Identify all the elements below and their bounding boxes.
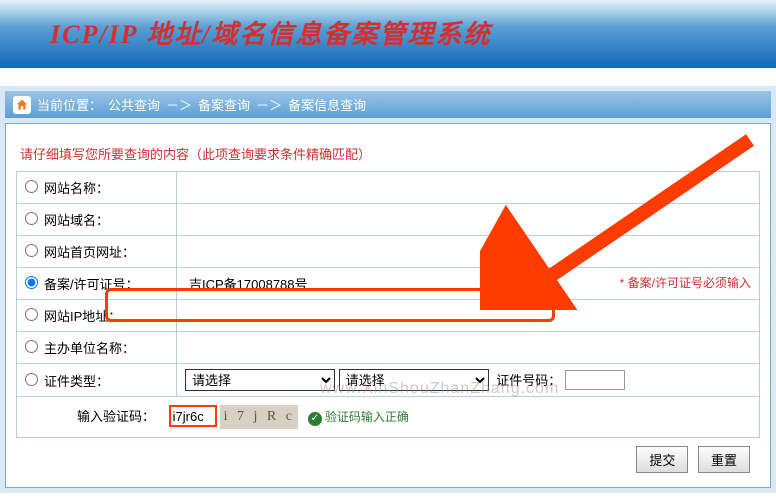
form-table: 网站名称： 网站域名： 网站首页网址： 备案/许可证号： 吉ICP备170087… <box>16 171 760 438</box>
label-sponsor: 主办单位名称： <box>44 341 135 356</box>
breadcrumb-label: 当前位置： <box>37 95 102 114</box>
reset-button[interactable]: 重置 <box>698 446 750 473</box>
system-title: ICP/IP 地址/域名信息备案管理系统 <box>50 14 776 51</box>
breadcrumb-sep1: －＞ <box>166 95 192 114</box>
radio-ip-addr[interactable] <box>25 308 38 321</box>
row-cert-type: 证件类型： 请选择 请选择 证件号码： <box>17 364 760 397</box>
input-captcha[interactable] <box>169 405 217 427</box>
check-icon: ✓ <box>308 412 322 426</box>
breadcrumb-p2[interactable]: 备案查询 <box>198 95 250 114</box>
radio-site-domain[interactable] <box>25 212 38 225</box>
cell-sponsor[interactable] <box>177 332 760 364</box>
submit-button[interactable]: 提交 <box>636 446 688 473</box>
select-cert-type-2[interactable]: 请选择 <box>339 369 489 391</box>
breadcrumb-sep2: －＞ <box>256 95 282 114</box>
row-site-home: 网站首页网址： <box>17 236 760 268</box>
cell-site-name[interactable] <box>177 172 760 204</box>
label-cert-no: 证件号码： <box>496 373 561 388</box>
row-site-domain: 网站域名： <box>17 204 760 236</box>
home-icon <box>13 96 31 114</box>
captcha-ok: ✓验证码输入正确 <box>308 410 409 424</box>
row-site-name: 网站名称： <box>17 172 760 204</box>
query-form: 请仔细填写您所要查询的内容（此项查询要求条件精确匹配） 网站名称： 网站域名： … <box>5 123 771 488</box>
label-site-domain: 网站域名： <box>44 213 109 228</box>
cell-ip-addr[interactable] <box>177 300 760 332</box>
content-area: 当前位置： 公共查询 －＞ 备案查询 －＞ 备案信息查询 请仔细填写您所要查询的… <box>0 86 776 493</box>
radio-site-home[interactable] <box>25 244 38 257</box>
select-cert-type-1[interactable]: 请选择 <box>185 369 335 391</box>
instruction-text: 请仔细填写您所要查询的内容（此项查询要求条件精确匹配） <box>16 144 760 163</box>
breadcrumb-p1[interactable]: 公共查询 <box>108 95 160 114</box>
radio-license-no[interactable] <box>25 276 38 289</box>
label-license-no: 备案/许可证号： <box>44 277 139 292</box>
row-ip-addr: 网站IP地址： <box>17 300 760 332</box>
value-license-no[interactable]: 吉ICP备17008788号 <box>185 277 308 292</box>
input-cert-no[interactable] <box>565 370 625 390</box>
required-note: * 备案/许可证号必须输入 <box>612 274 751 291</box>
breadcrumb: 当前位置： 公共查询 －＞ 备案查询 －＞ 备案信息查询 <box>5 91 771 118</box>
label-ip-addr: 网站IP地址： <box>44 309 121 324</box>
page-header: ICP/IP 地址/域名信息备案管理系统 <box>0 0 776 68</box>
row-sponsor: 主办单位名称： <box>17 332 760 364</box>
label-cert-type: 证件类型： <box>44 374 109 389</box>
row-captcha: 输入验证码： i 7 j R c ✓验证码输入正确 <box>17 397 760 438</box>
radio-sponsor[interactable] <box>25 340 38 353</box>
breadcrumb-p3: 备案信息查询 <box>288 95 366 114</box>
label-site-home: 网站首页网址： <box>44 245 135 260</box>
radio-site-name[interactable] <box>25 180 38 193</box>
captcha-image[interactable]: i 7 j R c <box>220 405 298 429</box>
row-license-no: 备案/许可证号： 吉ICP备17008788号 * 备案/许可证号必须输入 <box>17 268 760 300</box>
button-row: 提交 重置 <box>16 438 760 477</box>
cell-site-domain[interactable] <box>177 204 760 236</box>
radio-cert-type[interactable] <box>25 373 38 386</box>
label-site-name: 网站名称： <box>44 181 109 196</box>
cell-site-home[interactable] <box>177 236 760 268</box>
label-captcha: 输入验证码： <box>25 406 165 425</box>
